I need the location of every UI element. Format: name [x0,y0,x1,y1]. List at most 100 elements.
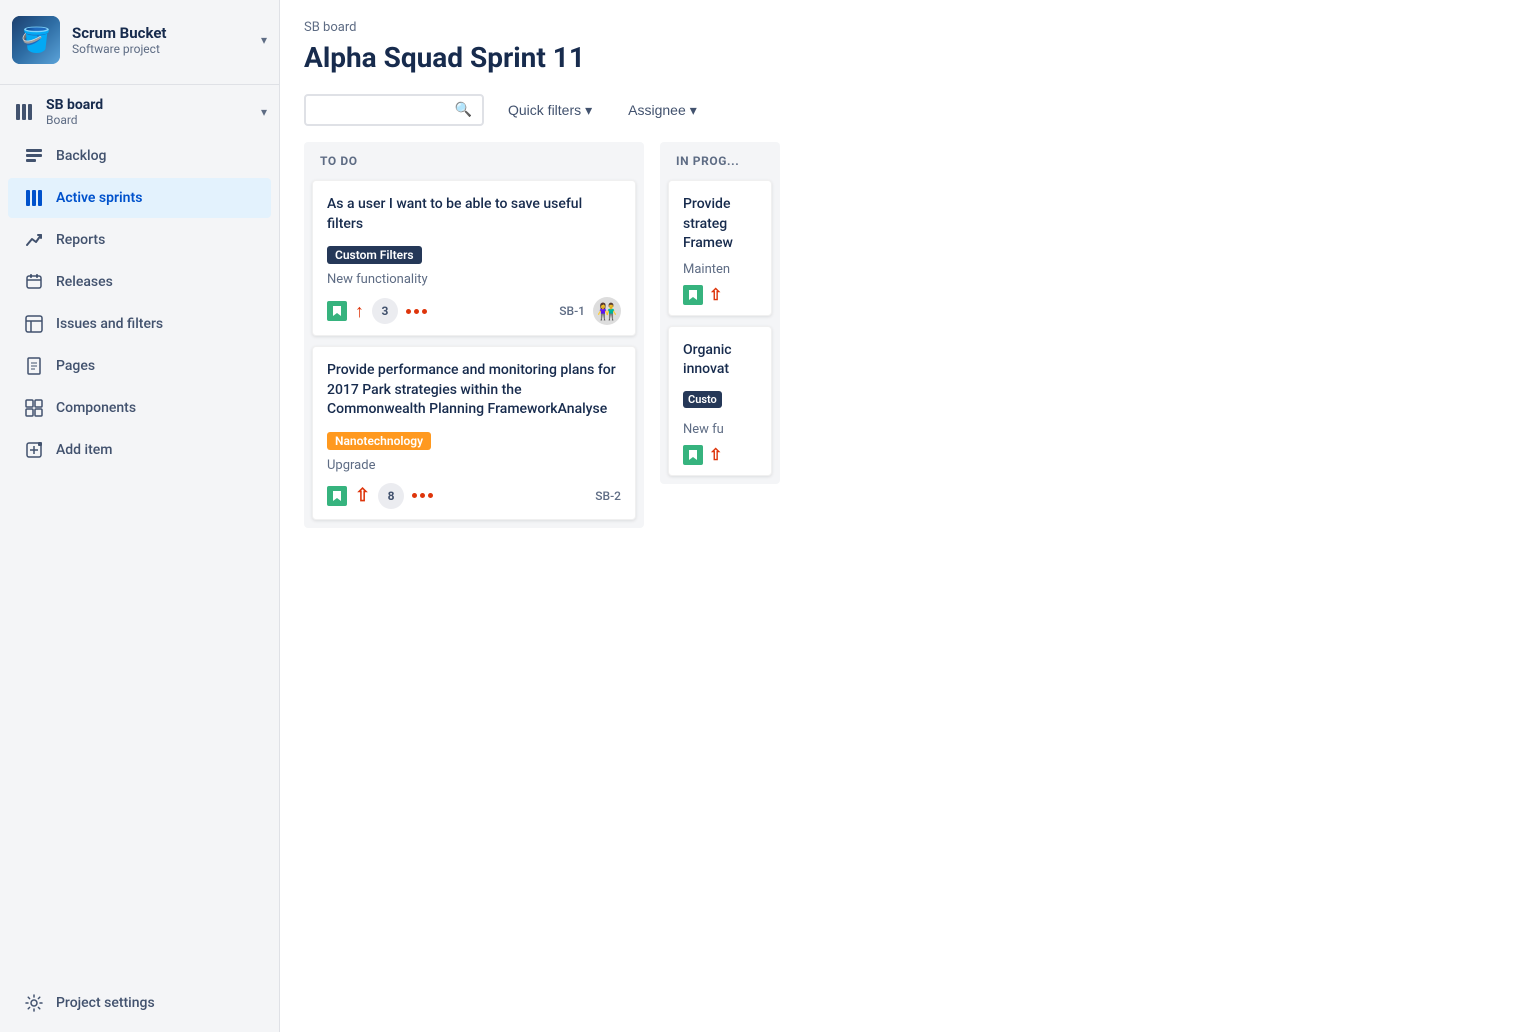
active-sprints-label: Active sprints [56,190,142,206]
sidebar-item-project-settings[interactable]: Project settings [8,983,271,1023]
releases-icon [24,272,44,292]
priority-high-icon-2: ⇧ [355,485,370,506]
assignee-button[interactable]: Assignee ▾ [616,96,709,125]
card-sb1-subtitle: New functionality [327,272,621,287]
project-header[interactable]: Scrum Bucket Software project ▾ [0,0,279,80]
card-inprog-1-footer: ⇧ [683,285,757,305]
todo-column-cards: As a user I want to be able to save usef… [304,176,644,528]
breadcrumb: SB board [304,20,1504,35]
dot6 [428,493,433,498]
card-sb2-subtitle: Upgrade [327,458,621,473]
card-footer-right: SB-1 👫 [559,297,621,325]
card-inprog-1[interactable]: Provide strateg Framew Mainten ⇧ [668,180,772,316]
assignee-label: Assignee [628,102,686,118]
search-input[interactable] [316,102,449,118]
dot2 [414,309,419,314]
sidebar-item-issues-filters[interactable]: Issues and filters [8,304,271,344]
card-sb1-title: As a user I want to be able to save usef… [327,195,621,234]
card-sb2[interactable]: Provide performance and monitoring plans… [312,346,636,520]
page-title: Alpha Squad Sprint 11 [304,41,1504,74]
sidebar: Scrum Bucket Software project ▾ SB board… [0,0,280,1032]
board-sublabel: Board [46,113,251,127]
pages-icon [24,356,44,376]
search-icon: 🔍 [455,102,472,118]
project-type: Software project [72,42,249,56]
story-points-badge: 3 [372,298,398,324]
main-content: SB board Alpha Squad Sprint 11 🔍 Quick f… [280,0,1528,1032]
priority-high-icon: ↑ [355,301,364,322]
reports-icon [24,230,44,250]
board-name: SB board [46,97,251,113]
releases-label: Releases [56,274,113,290]
divider-1 [0,84,279,85]
assignee-chevron-icon: ▾ [690,102,697,119]
add-item-icon [24,440,44,460]
dots-menu-2[interactable] [412,493,433,498]
sidebar-item-add-item[interactable]: Add item [8,430,271,470]
backlog-label: Backlog [56,148,106,164]
board-section[interactable]: SB board Board ▾ [0,89,279,135]
card-sb2-footer: ⇧ 8 SB-2 [327,483,621,509]
dot3 [422,309,427,314]
sidebar-item-releases[interactable]: Releases [8,262,271,302]
todo-column-header: TO DO [304,142,644,176]
sidebar-bottom: Project settings [0,974,279,1032]
board-icon [12,100,36,124]
main-header: SB board Alpha Squad Sprint 11 🔍 Quick f… [280,0,1528,142]
card-sb1[interactable]: As a user I want to be able to save usef… [312,180,636,336]
card-inprog-2[interactable]: Organic innovat Custo New fu ⇧ [668,326,772,476]
reports-label: Reports [56,232,105,248]
components-icon [24,398,44,418]
backlog-icon [24,146,44,166]
priority-icon-3: ⇧ [709,285,722,304]
dot5 [420,493,425,498]
project-settings-label: Project settings [56,995,155,1011]
card-inprog-2-tag: Custo [683,391,722,408]
settings-icon [24,993,44,1013]
toolbar: 🔍 Quick filters ▾ Assignee ▾ [304,94,1504,126]
in-progress-column: IN PROG... Provide strateg Framew Mainte… [660,142,780,484]
card-sb2-footer-right: SB-2 [595,489,621,503]
todo-column: TO DO As a user I want to be able to sav… [304,142,644,528]
dots-menu[interactable] [406,309,427,314]
sidebar-item-components[interactable]: Components [8,388,271,428]
sidebar-item-pages[interactable]: Pages [8,346,271,386]
board-label-group: SB board Board [46,97,251,127]
bookmark-icon-4 [683,445,703,465]
bookmark-icon-3 [683,285,703,305]
sidebar-item-backlog[interactable]: Backlog [8,136,271,176]
sidebar-item-reports[interactable]: Reports [8,220,271,260]
sidebar-item-active-sprints[interactable]: Active sprints [8,178,271,218]
card-inprog-2-title: Organic innovat [683,341,757,380]
bookmark-icon [327,301,347,321]
issue-id-sb1: SB-1 [559,304,585,318]
priority-icon-4: ⇧ [709,445,722,464]
card-sb2-tag: Nanotechnology [327,432,431,450]
card-sb1-tag: Custom Filters [327,246,422,264]
card-inprog-1-meta: Mainten [683,262,757,277]
board-area: TO DO As a user I want to be able to sav… [280,142,1528,1032]
card-inprog-2-meta: New fu [683,422,757,437]
quick-filters-label: Quick filters [508,102,581,118]
card-inprog-2-footer: ⇧ [683,445,757,465]
pages-label: Pages [56,358,95,374]
card-sb2-title: Provide performance and monitoring plans… [327,361,621,420]
project-avatar [12,16,60,64]
issues-filters-label: Issues and filters [56,316,163,332]
project-name: Scrum Bucket [72,24,249,42]
story-points-badge-2: 8 [378,483,404,509]
components-label: Components [56,400,136,416]
board-chevron-icon: ▾ [261,105,267,119]
quick-filters-button[interactable]: Quick filters ▾ [496,96,604,125]
issue-id-sb2: SB-2 [595,489,621,503]
project-info: Scrum Bucket Software project [72,24,249,56]
dot1 [406,309,411,314]
in-progress-cards: Provide strateg Framew Mainten ⇧ Organic… [660,176,780,484]
avatar-sb1: 👫 [593,297,621,325]
issues-filters-icon [24,314,44,334]
dot4 [412,493,417,498]
search-box[interactable]: 🔍 [304,94,484,126]
card-inprog-1-title: Provide strateg Framew [683,195,757,254]
quick-filters-chevron-icon: ▾ [585,102,592,119]
in-progress-column-header: IN PROG... [660,142,780,176]
